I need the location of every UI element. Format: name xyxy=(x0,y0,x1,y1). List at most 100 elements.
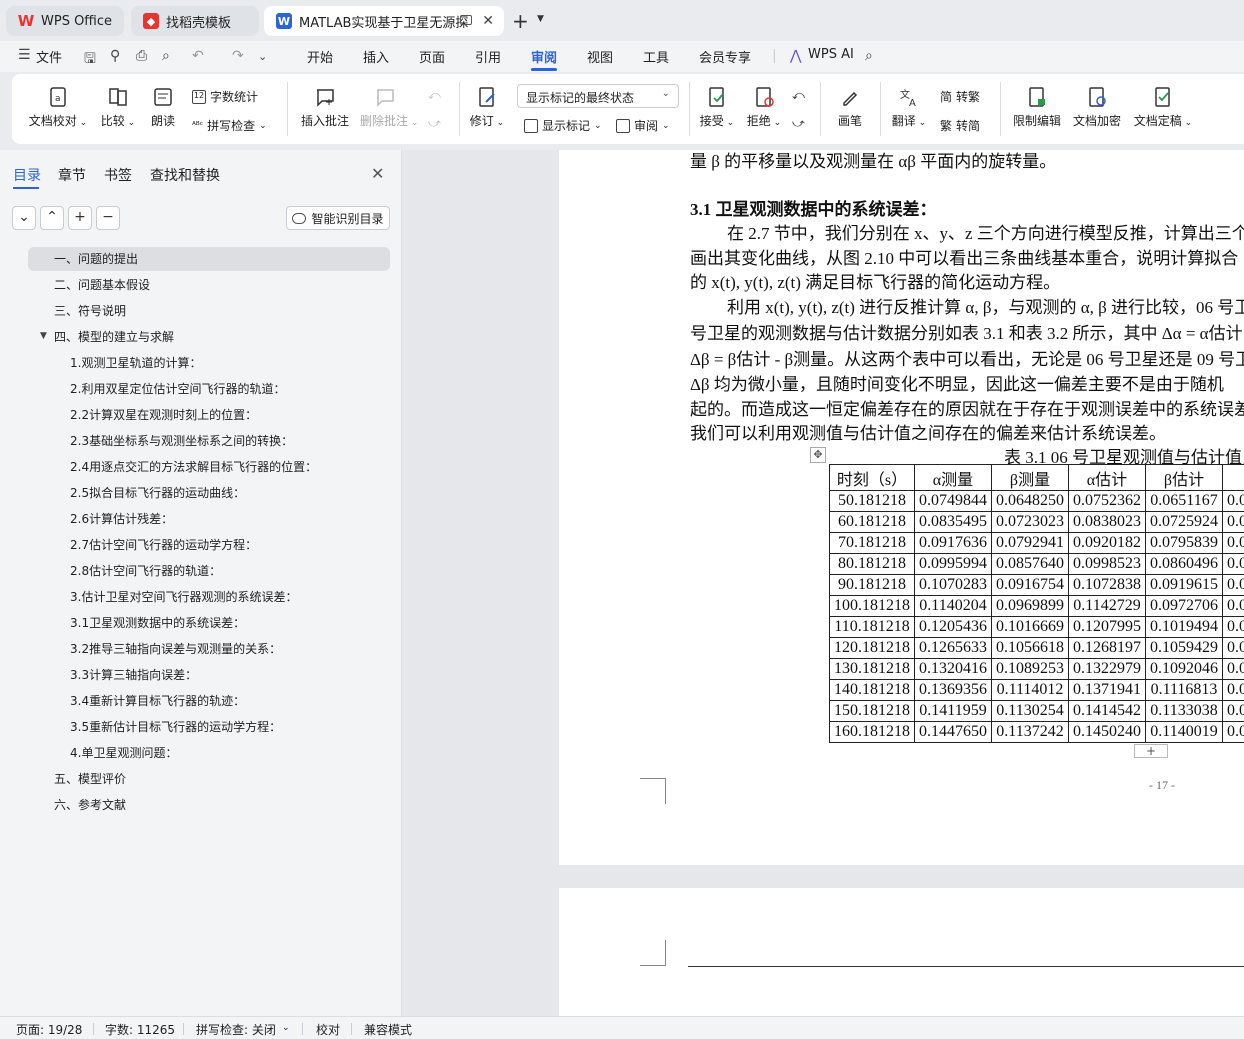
table-cell[interactable]: 50.181218 xyxy=(829,490,915,512)
page-indicator[interactable]: 页面: 19/28 xyxy=(16,1021,82,1038)
table-cell[interactable]: 0.1140019 xyxy=(1145,721,1223,743)
toc-item[interactable]: 六、参考文献 xyxy=(54,793,126,817)
toc-item[interactable]: 二、问题基本假设 xyxy=(54,273,150,297)
table-header-cell[interactable]: α估计 xyxy=(1068,464,1146,491)
table-cell[interactable]: 0.0002563 xyxy=(1222,658,1244,680)
table-header-cell[interactable]: β估计 xyxy=(1145,464,1223,491)
table-cell[interactable]: 100.181218 xyxy=(829,595,915,617)
toc-item[interactable]: 4.单卫星观测问题： xyxy=(70,741,177,765)
table-cell[interactable]: 0.1133038 xyxy=(1145,700,1223,722)
collapse-button[interactable]: ⌄ xyxy=(12,206,36,230)
table-cell[interactable]: 0.1414542 xyxy=(1068,700,1146,722)
nav-tab-find-replace[interactable]: 查找和替换 xyxy=(150,165,220,185)
table-cell[interactable]: 0.0723023 xyxy=(991,511,1069,533)
toc-item[interactable]: 3.1卫星观测数据中的系统误差： xyxy=(70,611,245,635)
table-cell[interactable]: 0.1140204 xyxy=(914,595,992,617)
tab-wps-office[interactable]: W WPS Office xyxy=(6,6,124,36)
table-cell[interactable]: 150.181218 xyxy=(829,700,915,722)
table-cell[interactable]: 0.0972706 xyxy=(1145,595,1223,617)
word-count-button[interactable]: 12 字数统计 xyxy=(192,88,258,105)
toc-item[interactable]: 一、问题的提出 xyxy=(28,247,390,271)
add-row-button[interactable]: + xyxy=(1134,744,1168,758)
toc-item[interactable]: 2.6计算估计残差： xyxy=(70,507,173,531)
table-cell[interactable]: 0.1142729 xyxy=(1068,595,1146,617)
proofread-status[interactable]: 校对 xyxy=(316,1021,340,1038)
menu-page[interactable]: 页面 xyxy=(419,47,445,66)
table-cell[interactable]: 0.0920182 xyxy=(1068,532,1146,554)
toc-item[interactable]: 3.5重新估计目标飞行器的运动学方程： xyxy=(70,715,281,739)
menu-reference[interactable]: 引用 xyxy=(475,47,501,66)
read-aloud-button[interactable]: 朗读 xyxy=(148,86,178,129)
toc-item[interactable]: 2.7估计空间飞行器的运动学方程： xyxy=(70,533,257,557)
menu-member[interactable]: 会员专享 xyxy=(699,47,751,66)
table-cell[interactable]: 0.0002529 xyxy=(1222,553,1244,575)
toc-item[interactable]: 3.4重新计算目标飞行器的轨迹： xyxy=(70,689,245,713)
table-cell[interactable]: 0.0725924 xyxy=(1145,511,1223,533)
table-cell[interactable]: 0.0917636 xyxy=(914,532,992,554)
table-cell[interactable]: 0.1019494 xyxy=(1145,616,1223,638)
menu-wps-ai[interactable]: WPS AI xyxy=(808,47,854,62)
close-icon[interactable]: ✕ xyxy=(371,164,384,183)
table-cell[interactable]: 0.0998523 xyxy=(1068,553,1146,575)
table-cell[interactable]: 0.0916754 xyxy=(991,574,1069,596)
pen-button[interactable]: 画笔 xyxy=(834,86,866,129)
toc-item[interactable]: 四、模型的建立与求解 xyxy=(54,325,174,349)
chevron-down-icon[interactable]: ⌄ xyxy=(258,50,267,63)
table-cell[interactable]: 0.0651167 xyxy=(1145,490,1223,512)
table-cell[interactable]: 90.181218 xyxy=(829,574,915,596)
table-cell[interactable]: 130.181218 xyxy=(829,658,915,680)
spell-check-button[interactable]: ᴬᴮᶜ 拼写检查 ⌄ xyxy=(192,117,267,134)
table-cell[interactable]: 70.181218 xyxy=(829,532,915,554)
chevron-down-icon[interactable]: ⌄ xyxy=(282,1023,290,1033)
toc-item[interactable]: 五、模型评价 xyxy=(54,767,126,791)
table-cell[interactable]: 0.0792941 xyxy=(991,532,1069,554)
to-traditional-button[interactable]: 简 转繁 xyxy=(940,88,980,105)
table-cell[interactable]: 0.1411959 xyxy=(914,700,992,722)
table-cell[interactable]: 0.0749844 xyxy=(914,490,992,512)
table-cell[interactable]: 0.1070283 xyxy=(914,574,992,596)
add-heading-button[interactable]: + xyxy=(68,206,92,230)
table-cell[interactable]: 0.1089253 xyxy=(991,658,1069,680)
table-header-cell[interactable]: β测量 xyxy=(991,464,1069,491)
redo-icon[interactable]: ↷ xyxy=(232,48,244,64)
spell-check-status[interactable]: 拼写检查: 关闭 xyxy=(196,1021,276,1038)
close-tab-icon[interactable]: ✕ xyxy=(482,13,494,29)
table-cell[interactable]: 0.0795839 xyxy=(1145,532,1223,554)
table-cell[interactable]: 0.1322979 xyxy=(1068,658,1146,680)
table-cell[interactable]: 0.0002585 xyxy=(1222,679,1244,701)
table-cell[interactable]: 0.0002559 xyxy=(1222,616,1244,638)
toc-item[interactable]: 3.2推导三轴指向误差与观测量的关系： xyxy=(70,637,281,661)
table-header-cell[interactable]: Δα xyxy=(1222,464,1244,491)
delete-comment-button[interactable]: 删除批注 ⌄ xyxy=(360,86,418,129)
table-cell[interactable]: 0.1207995 xyxy=(1068,616,1146,638)
table-cell[interactable]: 0.0002555 xyxy=(1222,574,1244,596)
table-cell[interactable]: 0.0002582 xyxy=(1222,700,1244,722)
table-cell[interactable]: 0.1320416 xyxy=(914,658,992,680)
toc-item[interactable]: 2.4用逐点交汇的方法求解目标飞行器的位置： xyxy=(70,455,317,479)
table-header-cell[interactable]: α测量 xyxy=(914,464,992,491)
table-cell[interactable]: 0.1130254 xyxy=(991,700,1069,722)
undo-icon[interactable]: ↶ xyxy=(192,48,204,64)
markup-select[interactable]: 显示标记的最终状态 ⌄ xyxy=(517,84,679,108)
table-cell[interactable]: 0.1268197 xyxy=(1068,637,1146,659)
table-cell[interactable]: 0.1059429 xyxy=(1145,637,1223,659)
table-cell[interactable]: 0.1056618 xyxy=(991,637,1069,659)
table-cell[interactable]: 0.1450240 xyxy=(1068,721,1146,743)
table-cell[interactable]: 0.0860496 xyxy=(1145,553,1223,575)
save-icon[interactable]: 🖫 xyxy=(84,48,96,72)
table-cell[interactable]: 0.0002518 xyxy=(1222,490,1244,512)
document-page[interactable] xyxy=(559,888,1244,1016)
toc-item[interactable]: 3.3计算三轴指向误差： xyxy=(70,663,197,687)
menu-review[interactable]: 审阅 xyxy=(531,47,557,66)
document-canvas[interactable]: 量 β 的平移量以及观测量在 αβ 平面内的旋转量。 3.1 卫星观测数据中的系… xyxy=(403,150,1244,1016)
toc-item[interactable]: 3.估计卫星对空间飞行器观测的系统误差： xyxy=(70,585,297,609)
table-cell[interactable]: 0.1369356 xyxy=(914,679,992,701)
table-cell[interactable]: 0.1265633 xyxy=(914,637,992,659)
remove-heading-button[interactable]: − xyxy=(96,206,120,230)
nav-tab-bookmark[interactable]: 书签 xyxy=(104,165,132,185)
table-cell[interactable]: 0.0838023 xyxy=(1068,511,1146,533)
restrict-edit-button[interactable]: 限制编辑 xyxy=(1012,86,1062,129)
table-cell[interactable]: 120.181218 xyxy=(829,637,915,659)
compare-button[interactable]: 比较 ⌄ xyxy=(98,86,138,129)
smart-toc-button[interactable]: 智能识别目录 xyxy=(286,206,390,230)
